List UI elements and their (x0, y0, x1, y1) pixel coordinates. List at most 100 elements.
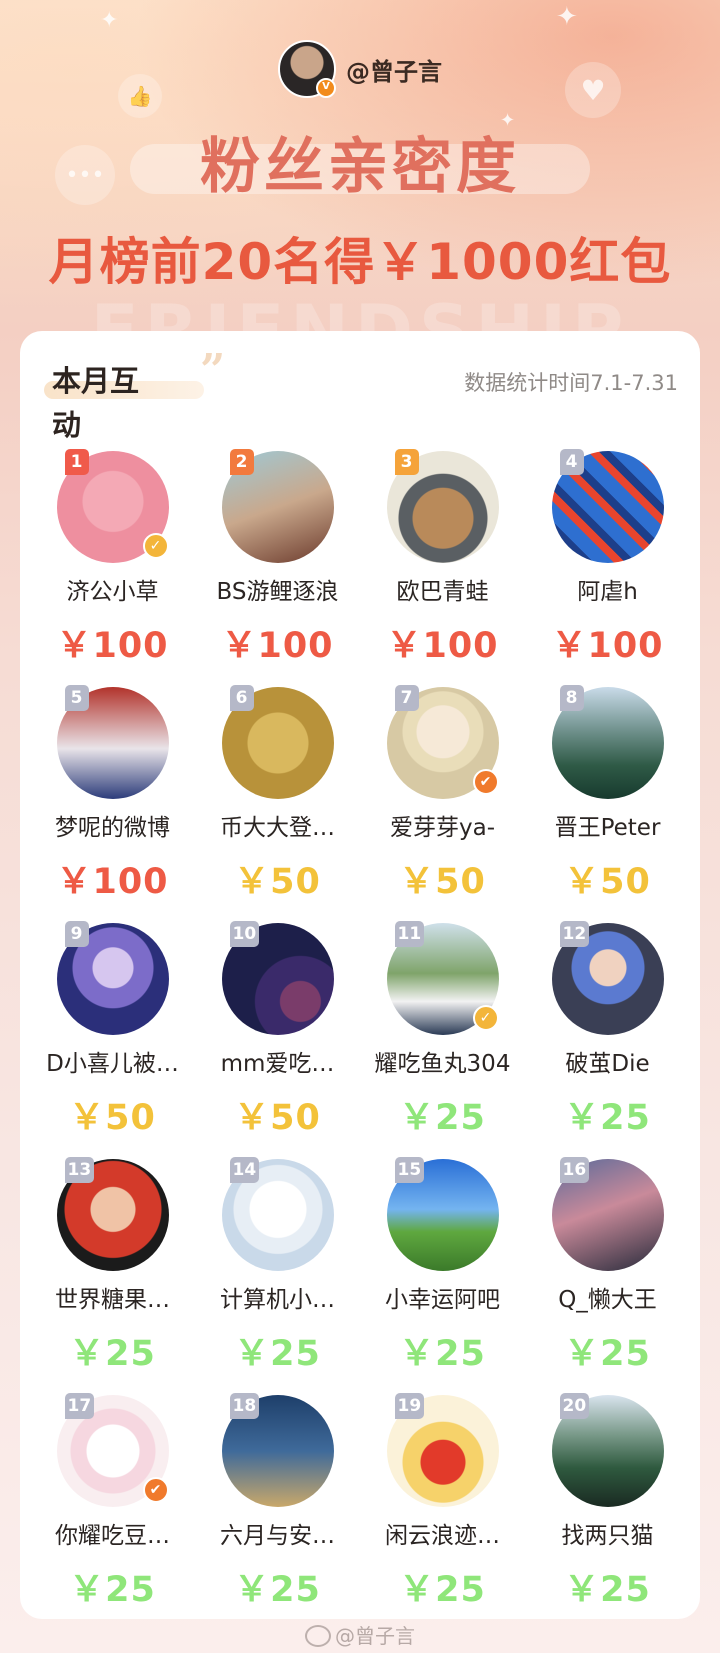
fan-avatar[interactable]: 15 (386, 1157, 499, 1271)
fan-avatar[interactable]: 1 ✓ (56, 449, 169, 563)
fan-avatar[interactable]: 20 (551, 1393, 664, 1507)
sparkle-icon: ✦ (100, 8, 119, 33)
fan-name[interactable]: 爱芽芽ya- (360, 811, 525, 845)
rank-badge: 9 (64, 921, 89, 947)
rank-badge: 4 (559, 449, 584, 475)
fan-name[interactable]: 计算机小… (195, 1283, 360, 1317)
fan-avatar[interactable]: 4 (551, 449, 664, 563)
fan-item[interactable]: 20 找两只猫 ￥25 (525, 1393, 690, 1631)
fan-name[interactable]: 欧巴青蛙 (360, 575, 525, 609)
verified-icon: ✔ (142, 1477, 169, 1503)
reward-amount: ￥25 (234, 1334, 321, 1374)
fan-name[interactable]: 济公小草 (30, 575, 195, 609)
fan-avatar[interactable]: 2 (221, 449, 334, 563)
fan-item[interactable]: 8 晋王Peter ￥50 (525, 685, 690, 923)
fan-name[interactable]: 闲云浪迹… (360, 1519, 525, 1553)
rank-badge: 13 (64, 1157, 95, 1183)
fan-name[interactable]: 梦呢的微博 (30, 811, 195, 845)
rank-badge: 19 (394, 1393, 425, 1419)
page-subtitle: 月榜前20名得￥1000红包 (48, 233, 672, 291)
fan-avatar[interactable]: 17 ✔ (56, 1393, 169, 1507)
reward-amount: ￥50 (564, 862, 651, 902)
fan-name[interactable]: 币大大登… (195, 811, 360, 845)
header-user: V @曾子言 (0, 40, 720, 98)
fan-avatar[interactable]: 8 (551, 685, 664, 799)
fan-item[interactable]: 2 BS游鲤逐浪 ￥100 (195, 449, 360, 687)
fan-name[interactable]: D小喜儿被… (30, 1047, 195, 1081)
fan-item[interactable]: 15 小幸运阿吧 ￥25 (360, 1157, 525, 1395)
watermark-text: @曾子言 (335, 1624, 415, 1648)
rank-badge: 3 (394, 449, 419, 475)
fan-item[interactable]: 12 破茧Die ￥25 (525, 921, 690, 1159)
reward-amount: ￥50 (234, 862, 321, 902)
fan-name[interactable]: 找两只猫 (525, 1519, 690, 1553)
page-title: 粉丝亲密度 (200, 132, 520, 202)
verified-icon: ✔ (472, 769, 499, 795)
reward-amount: ￥25 (564, 1334, 651, 1374)
reward-amount: ￥25 (399, 1570, 486, 1610)
ranking-card: 本月互动 ” 数据统计时间7.1-7.31 1 ✓ 济公小草 ￥100 2 BS游鲤逐浪 ￥… (20, 331, 700, 1619)
reward-amount: ￥25 (399, 1334, 486, 1374)
fan-avatar[interactable]: 5 (56, 685, 169, 799)
fan-name[interactable]: 破茧Die (525, 1047, 690, 1081)
rank-badge: 2 (229, 449, 254, 475)
fan-item[interactable]: 4 阿虐h ￥100 (525, 449, 690, 687)
reward-amount: ￥25 (69, 1570, 156, 1610)
fan-name[interactable]: 阿虐h (525, 575, 690, 609)
header-avatar[interactable]: V (278, 40, 336, 98)
fan-avatar[interactable]: 19 (386, 1393, 499, 1507)
fan-item[interactable]: 14 计算机小… ￥25 (195, 1157, 360, 1395)
fan-item[interactable]: 6 币大大登… ￥50 (195, 685, 360, 923)
fan-item[interactable]: 16 Q_懒大王 ￥25 (525, 1157, 690, 1395)
fan-item[interactable]: 18 六月与安… ￥25 (195, 1393, 360, 1631)
reward-amount: ￥100 (56, 626, 169, 666)
fan-item[interactable]: 1 ✓ 济公小草 ￥100 (30, 449, 195, 687)
fan-avatar[interactable]: 10 (221, 921, 334, 1035)
fan-name[interactable]: mm爱吃… (195, 1047, 360, 1081)
card-title: 本月互动 (52, 364, 140, 442)
fan-name[interactable]: 耀吃鱼丸304 (360, 1047, 525, 1081)
stats-time: 数据统计时间7.1-7.31 (464, 371, 678, 395)
fan-name[interactable]: 六月与安… (195, 1519, 360, 1553)
fan-avatar[interactable]: 7 ✔ (386, 685, 499, 799)
rank-badge: 5 (64, 685, 89, 711)
fan-avatar[interactable]: 3 (386, 449, 499, 563)
rank-badge: 17 (64, 1393, 95, 1419)
header-handle[interactable]: @曾子言 (346, 52, 442, 87)
rank-badge: 8 (559, 685, 584, 711)
fan-item[interactable]: 5 梦呢的微博 ￥100 (30, 685, 195, 923)
reward-amount: ￥50 (69, 1098, 156, 1138)
fan-item[interactable]: 17 ✔ 你耀吃豆… ￥25 (30, 1393, 195, 1631)
fan-item[interactable]: 13 世界糖果… ￥25 (30, 1157, 195, 1395)
reward-amount: ￥50 (234, 1098, 321, 1138)
fan-item[interactable]: 7 ✔ 爱芽芽ya- ￥50 (360, 685, 525, 923)
fan-item[interactable]: 9 D小喜儿被… ￥50 (30, 921, 195, 1159)
rank-badge: 6 (229, 685, 254, 711)
fan-item[interactable]: 10 mm爱吃… ￥50 (195, 921, 360, 1159)
reward-amount: ￥25 (564, 1570, 651, 1610)
verified-icon: ✓ (142, 533, 169, 559)
fan-avatar[interactable]: 9 (56, 921, 169, 1035)
fan-avatar[interactable]: 6 (221, 685, 334, 799)
fan-avatar[interactable]: 14 (221, 1157, 334, 1271)
fan-item[interactable]: 3 欧巴青蛙 ￥100 (360, 449, 525, 687)
fan-avatar[interactable]: 13 (56, 1157, 169, 1271)
fan-avatar[interactable]: 11 ✓ (386, 921, 499, 1035)
reward-amount: ￥50 (399, 862, 486, 902)
fan-name[interactable]: 你耀吃豆… (30, 1519, 195, 1553)
reward-amount: ￥25 (564, 1098, 651, 1138)
fan-avatar[interactable]: 12 (551, 921, 664, 1035)
fan-avatar[interactable]: 18 (221, 1393, 334, 1507)
fan-item[interactable]: 11 ✓ 耀吃鱼丸304 ￥25 (360, 921, 525, 1159)
fan-name[interactable]: 小幸运阿吧 (360, 1283, 525, 1317)
fan-name[interactable]: BS游鲤逐浪 (195, 575, 360, 609)
fan-name[interactable]: Q_懒大王 (525, 1283, 690, 1317)
rank-badge: 1 (64, 449, 89, 475)
fan-name[interactable]: 晋王Peter (525, 811, 690, 845)
rank-badge: 16 (559, 1157, 590, 1183)
reward-amount: ￥25 (399, 1098, 486, 1138)
rank-badge: 18 (229, 1393, 260, 1419)
fan-name[interactable]: 世界糖果… (30, 1283, 195, 1317)
fan-item[interactable]: 19 闲云浪迹… ￥25 (360, 1393, 525, 1631)
fan-avatar[interactable]: 16 (551, 1157, 664, 1271)
